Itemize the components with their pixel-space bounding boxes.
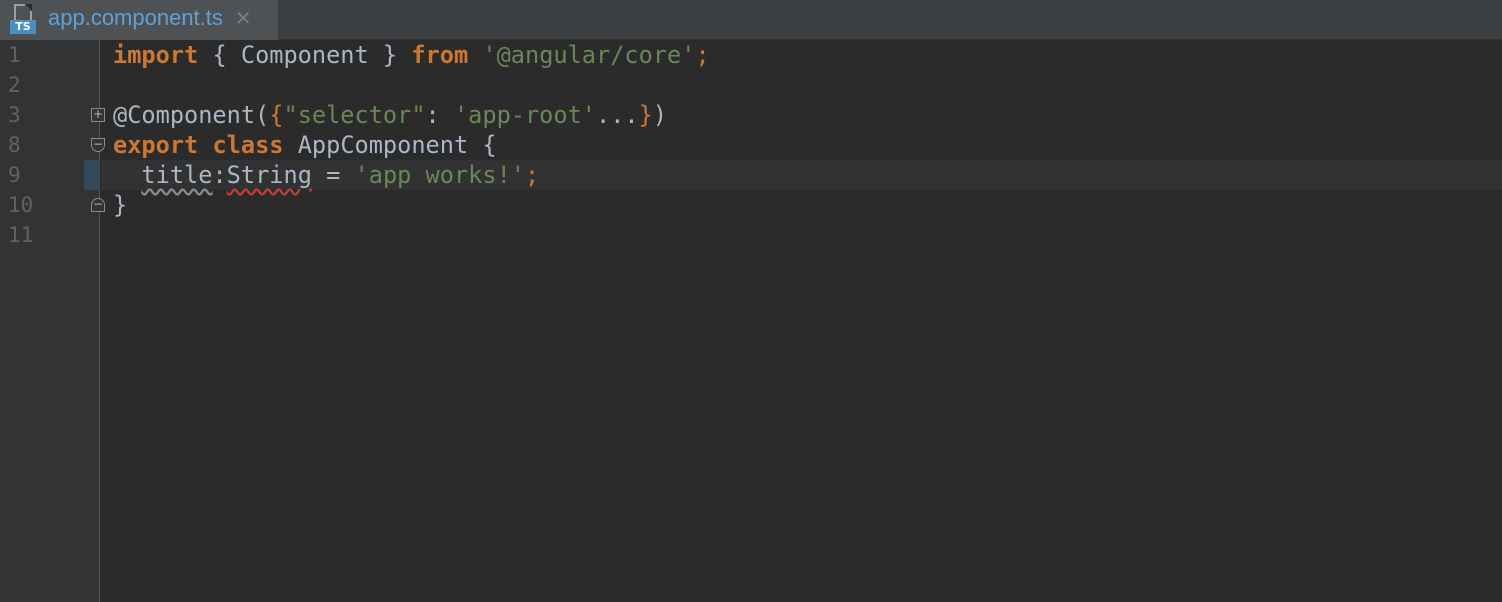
line-number[interactable]: 2 — [0, 70, 60, 100]
type-colon: : — [212, 161, 227, 189]
line-number[interactable]: 8 — [0, 130, 60, 160]
brace-open: { — [198, 41, 241, 69]
paren-close: ) — [652, 101, 668, 129]
code-editor[interactable]: import { Component } from '@angular/core… — [101, 40, 1502, 602]
equals: = — [311, 161, 355, 189]
line-number[interactable]: 3 — [0, 100, 60, 130]
close-icon[interactable]: ✕ — [235, 6, 252, 30]
fold-expand-icon[interactable]: + — [91, 108, 105, 122]
object-brace-open: { — [269, 101, 284, 129]
class-brace-close: } — [113, 191, 128, 219]
selector-key: "selector" — [283, 101, 426, 129]
fold-collapse-icon[interactable]: − — [91, 138, 105, 152]
property-title: title — [141, 161, 213, 189]
selector-value: 'app-root' — [453, 101, 596, 129]
ts-badge: TS — [10, 20, 36, 34]
line-number[interactable]: 1 — [0, 40, 60, 70]
typescript-file-icon: TS — [8, 4, 42, 38]
colon: : — [425, 101, 454, 129]
semicolon: ; — [525, 161, 540, 189]
object-brace-close: } — [638, 101, 653, 129]
fold-end-icon[interactable]: − — [91, 198, 105, 212]
line-numbers: 1 2 3 8 9 10 11 — [0, 40, 60, 250]
folded-ellipsis[interactable]: ... — [596, 101, 639, 129]
title-value: 'app works!' — [354, 161, 525, 189]
editor-gutter: 1 2 3 8 9 10 11 — [0, 40, 100, 602]
semicolon: ; — [695, 41, 710, 69]
editor-tab-bar: TS app.component.ts ✕ — [0, 0, 1502, 40]
line-number[interactable]: 10 — [0, 190, 60, 220]
line-number[interactable]: 9 — [0, 160, 60, 190]
type-string: String — [226, 161, 312, 189]
class-brace-open: { — [482, 131, 497, 159]
code-line-1[interactable]: import { Component } from '@angular/core… — [113, 40, 710, 70]
line-number[interactable]: 11 — [0, 220, 60, 250]
module-string: '@angular/core' — [482, 41, 696, 69]
class-name: AppComponent — [297, 131, 469, 159]
keyword-from: from — [411, 41, 469, 69]
tab-title[interactable]: app.component.ts — [48, 5, 223, 31]
brace-close: } — [368, 41, 412, 69]
code-line-9[interactable]: title:String = 'app works!'; — [113, 160, 539, 190]
imported-name: Component — [240, 41, 369, 69]
decorator: @Component( — [113, 101, 270, 129]
code-line-10[interactable]: } — [113, 190, 127, 220]
keyword-import: import — [113, 41, 199, 69]
current-line-marker — [84, 160, 100, 190]
keyword-export: export — [113, 131, 199, 159]
tab-app-component-ts[interactable]: TS app.component.ts ✕ — [0, 0, 278, 40]
code-line-8[interactable]: export class AppComponent { — [113, 130, 497, 160]
keyword-class: class — [212, 131, 284, 159]
code-line-3[interactable]: @Component({"selector": 'app-root'...}) — [113, 100, 667, 130]
